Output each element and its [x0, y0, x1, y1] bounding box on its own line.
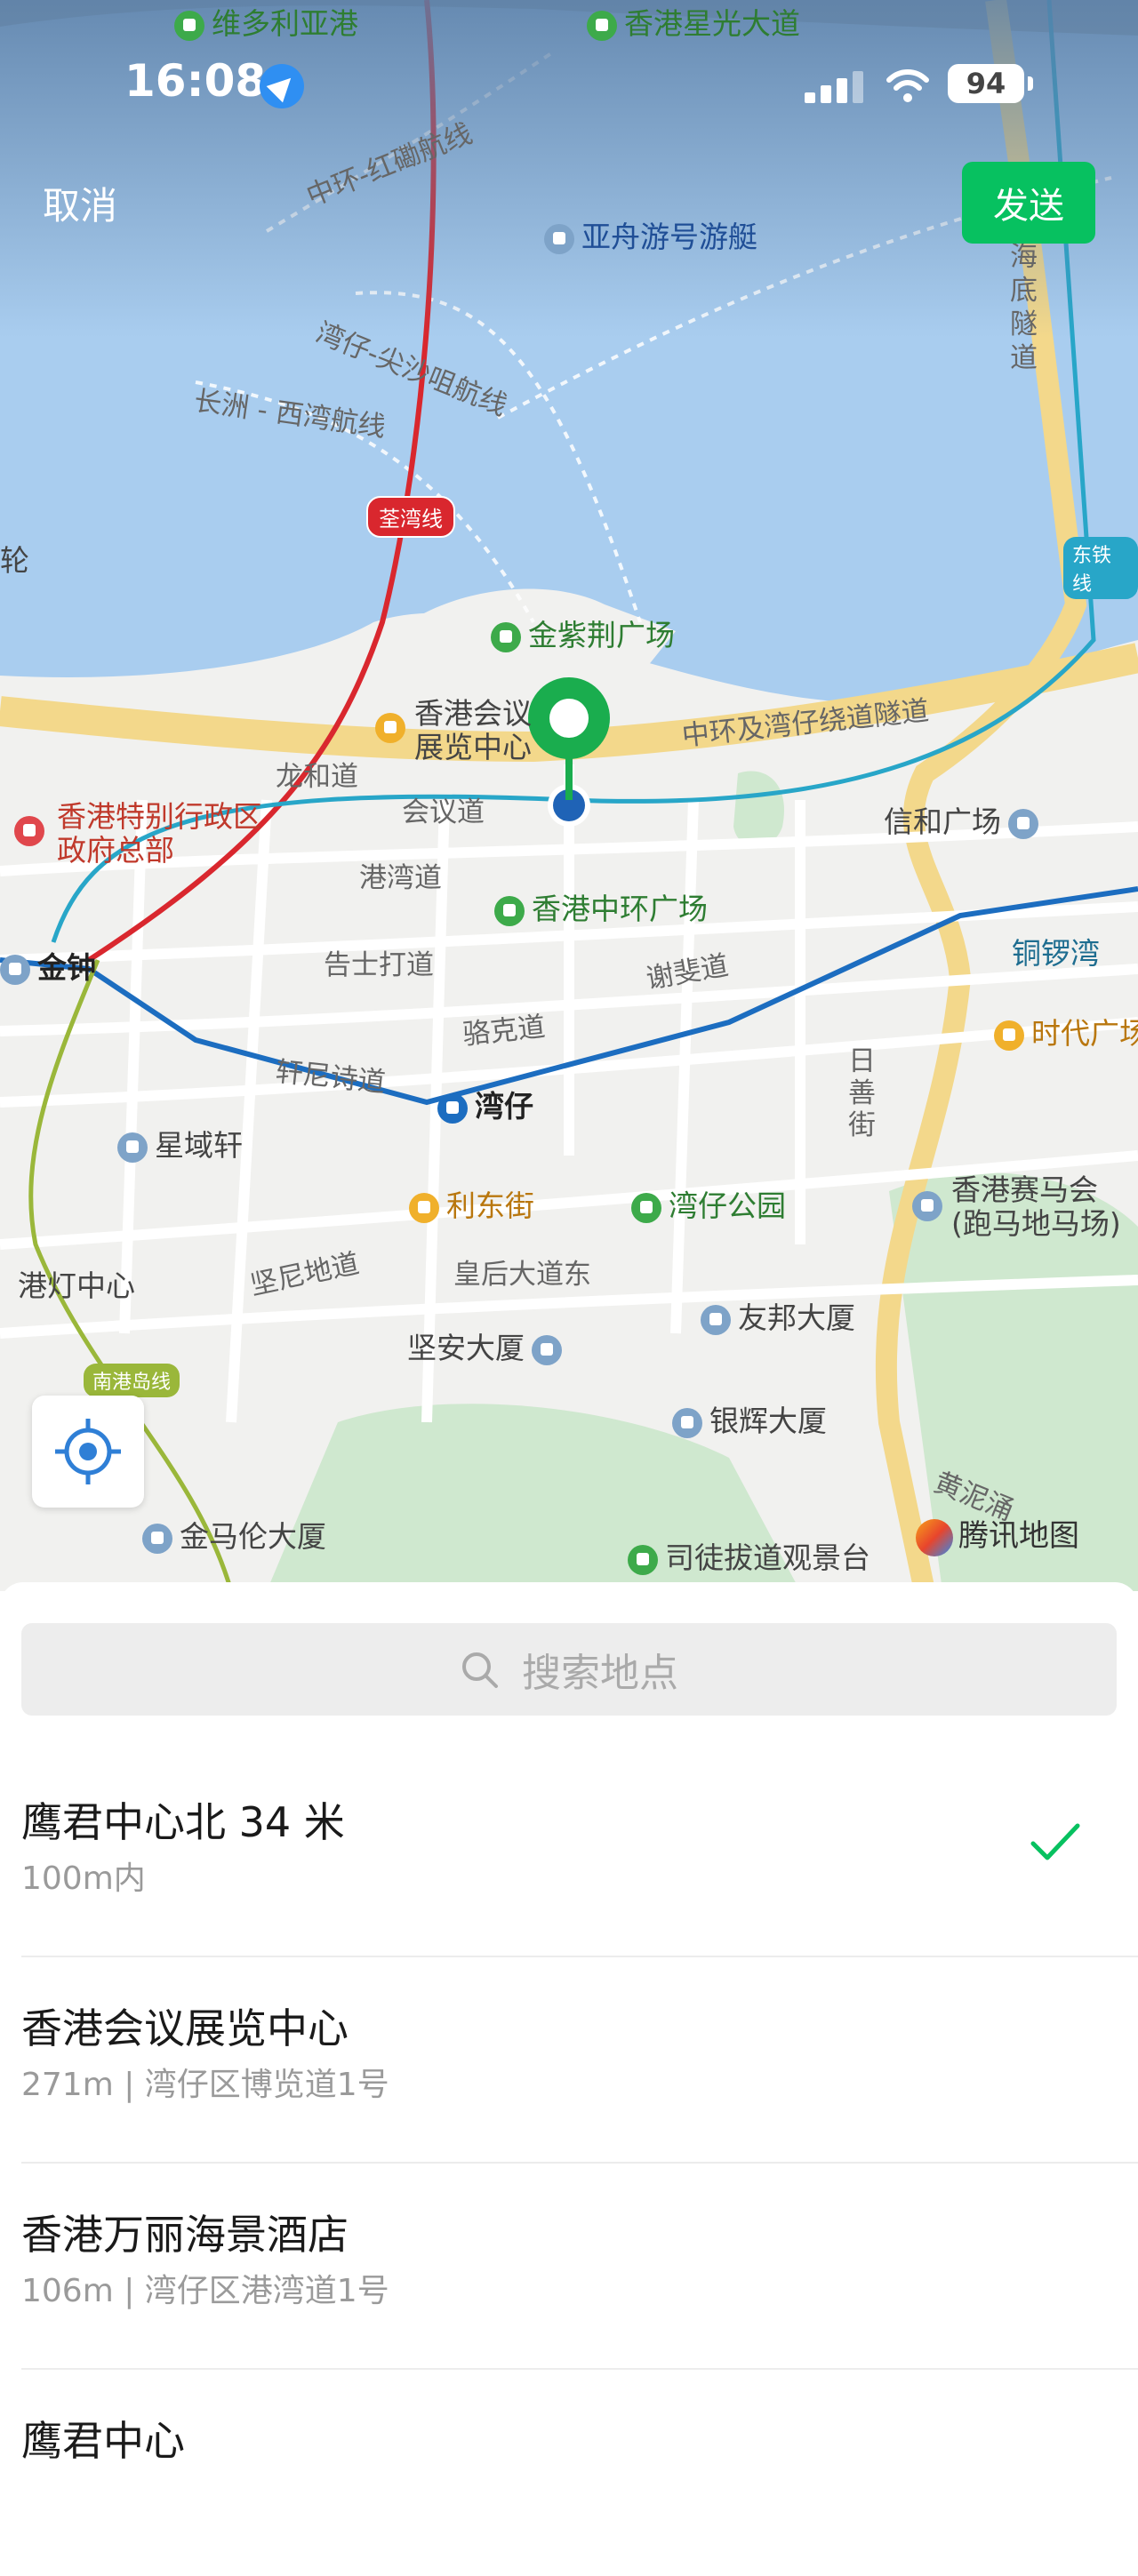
- location-arrow-icon: [260, 64, 304, 108]
- map-label-tunnel: 海底隧道: [1010, 241, 1038, 374]
- map-label-admiralty: 金钟: [0, 944, 96, 987]
- location-item[interactable]: 鹰君中心: [0, 2370, 1138, 2576]
- map-label-lighthouse: 港灯中心: [18, 1268, 135, 1303]
- location-item[interactable]: 香港万丽海景酒店 106m | 湾仔区港湾道1号: [0, 2164, 1138, 2370]
- map-label-convention-centre: 香港会议展览中心: [375, 697, 557, 764]
- location-item[interactable]: 鹰君中心北 34 米 100m内: [0, 1751, 1138, 1957]
- metro-line-badge: 荃湾线: [366, 496, 455, 538]
- search-icon: [462, 1652, 498, 1688]
- map-label-road: 告士打道: [324, 949, 434, 981]
- location-name: 鹰君中心北 34 米: [21, 1798, 345, 1846]
- map-label-kennedy-centre: 金马伦大厦: [142, 1513, 326, 1556]
- my-location-button[interactable]: [32, 1396, 144, 1508]
- status-time: 16:08: [124, 55, 267, 107]
- map-label-edge: 轮: [0, 543, 29, 578]
- location-sheet: 搜索地点 鹰君中心北 34 米 100m内 香港会议展览中心 271m | 湾仔…: [0, 1582, 1138, 2472]
- metro-station-icon: [437, 1092, 468, 1124]
- map-provider-logo: 腾讯地图: [916, 1511, 1079, 1556]
- map-label-shun-wo-plaza: 信和广场: [884, 798, 1046, 841]
- map-label-silver-building: 银辉大厦: [672, 1397, 827, 1440]
- location-detail: 100m内: [21, 1860, 146, 1897]
- map-label-yacht: 亚舟游号游艇: [544, 213, 757, 256]
- building-icon: [117, 1132, 148, 1163]
- shop-icon: [994, 1020, 1024, 1051]
- tencent-map-icon: [916, 1518, 953, 1556]
- map-label-hksar-hq: 香港特别行政区政府总部: [14, 800, 284, 868]
- search-placeholder: 搜索地点: [522, 1651, 678, 1696]
- map-label-star-crest: 星域轩: [117, 1122, 243, 1164]
- map-label-central-plaza: 香港中环广场: [494, 885, 708, 928]
- map-label-bauhinia-square: 金紫荆广场: [491, 612, 675, 654]
- map-label-wan-chai-park: 湾仔公园: [631, 1182, 786, 1225]
- cellular-signal-icon: [805, 71, 863, 103]
- location-detail: 271m | 湾仔区博览道1号: [21, 2067, 389, 2103]
- map-label-lee-tung-street: 利东街: [409, 1182, 534, 1225]
- location-name: 香港会议展览中心: [21, 2004, 349, 2052]
- battery-tip: [1028, 76, 1033, 91]
- map-label-road: 日善街: [848, 1045, 876, 1141]
- building-icon: [142, 1523, 172, 1554]
- location-name: 鹰君中心: [21, 2417, 185, 2465]
- map-label-road: 会议道: [402, 796, 485, 828]
- map-label-causeway-bay: 铜锣湾: [1012, 936, 1100, 971]
- battery-icon: 94: [948, 64, 1024, 103]
- metro-station-icon: [0, 954, 30, 985]
- building-icon: [532, 1334, 562, 1365]
- crosshair-icon: [55, 1419, 121, 1484]
- metro-line-badge: 南港岛线: [84, 1364, 180, 1397]
- building-icon: [1008, 808, 1038, 839]
- metro-line-badge: 东铁线: [1063, 537, 1138, 599]
- status-bar: 16:08 94: [0, 0, 1138, 169]
- location-name: 香港万丽海景酒店: [21, 2211, 349, 2259]
- tree-icon: [494, 895, 525, 926]
- building-icon: [672, 1407, 702, 1438]
- map-label-times-square: 时代广场: [994, 1010, 1138, 1052]
- location-item[interactable]: 香港会议展览中心 271m | 湾仔区博览道1号: [0, 1957, 1138, 2164]
- cancel-button[interactable]: 取消: [43, 176, 117, 230]
- map-label-wan-chai: 湾仔: [437, 1083, 533, 1125]
- tree-icon: [631, 1192, 661, 1223]
- map-label-hopewell-centre: 友邦大厦: [701, 1294, 855, 1337]
- check-icon: [1030, 1823, 1080, 1860]
- government-icon: [14, 816, 44, 846]
- building-icon: [375, 713, 405, 743]
- map-label-road: 皇后大道东: [453, 1259, 591, 1291]
- map-label-road: 港湾道: [359, 862, 442, 894]
- send-button[interactable]: 发送: [962, 162, 1095, 244]
- anchor-icon: [544, 223, 574, 254]
- building-icon: [701, 1304, 731, 1335]
- map-label-racecourse: 香港赛马会(跑马地马场): [912, 1173, 1138, 1241]
- map-label-lookout: 司徒拔道观景台: [628, 1534, 870, 1577]
- tree-icon: [491, 621, 521, 652]
- viewpoint-icon: [628, 1544, 658, 1575]
- location-detail: 106m | 湾仔区港湾道1号: [21, 2273, 389, 2309]
- wifi-icon: [886, 69, 929, 102]
- map-label-kin-on-building: 坚安大厦: [407, 1324, 569, 1367]
- map-label-road: 龙和道: [276, 761, 358, 793]
- building-icon: [912, 1191, 942, 1221]
- shop-icon: [409, 1192, 439, 1223]
- battery-level: 94: [966, 67, 1006, 100]
- search-input[interactable]: 搜索地点: [21, 1623, 1117, 1716]
